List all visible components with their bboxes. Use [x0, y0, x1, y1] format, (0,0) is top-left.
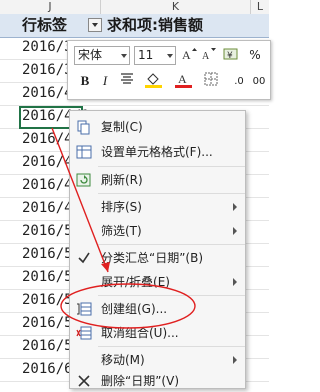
- menu-item-subtotal[interactable]: 分类汇总“日期”(B): [70, 246, 245, 269]
- menu-label: 移动(M): [101, 353, 145, 367]
- sum-of-sales-header[interactable]: 求和项:销售额: [107, 14, 203, 37]
- borders-icon[interactable]: [202, 71, 220, 90]
- menu-item-create-group[interactable]: 创建组(G)...: [70, 297, 245, 320]
- date-cell: 2016/4: [22, 85, 73, 101]
- submenu-arrow-icon: [233, 203, 237, 211]
- menu-item-format-cells[interactable]: 设置单元格格式(F)...: [70, 140, 245, 163]
- copy-icon: [76, 119, 92, 135]
- menu-separator: [98, 166, 245, 167]
- font-color-icon[interactable]: A: [174, 71, 192, 90]
- menu-item-ungroup[interactable]: 取消组合(U)...: [70, 321, 245, 344]
- font-name-value: 宋体: [78, 48, 103, 62]
- decrease-decimal-icon[interactable]: .0: [230, 71, 248, 90]
- filter-dropdown-button[interactable]: [88, 18, 102, 32]
- mini-toolbar: 宋体 11 A A ¥ % B I A .0 00: [67, 40, 271, 100]
- chevron-down-icon: [167, 54, 173, 58]
- date-cell: 2016/5: [22, 315, 73, 331]
- menu-separator: [98, 295, 245, 296]
- date-cell: 2016/5: [22, 223, 73, 239]
- menu-label: 筛选(T): [101, 224, 142, 238]
- submenu-arrow-icon: [233, 278, 237, 286]
- align-center-icon[interactable]: [118, 71, 136, 90]
- menu-separator: [98, 244, 245, 245]
- menu-separator: [98, 193, 245, 194]
- shrink-font-icon[interactable]: A: [200, 46, 218, 65]
- context-menu: 复制(C) 设置单元格格式(F)... 刷新(R) 排序(S) 筛选(T) 分类…: [69, 110, 246, 389]
- column-header-bar: J K L: [0, 0, 269, 15]
- date-cell: 2016/5: [22, 269, 73, 285]
- italic-button[interactable]: I: [96, 71, 114, 90]
- date-cell: 2016/4: [22, 200, 73, 216]
- date-cell: 2016/5: [22, 292, 73, 308]
- percent-format-icon[interactable]: %: [246, 46, 264, 65]
- fill-color-icon[interactable]: [144, 71, 162, 90]
- date-cell: 2016/4: [22, 131, 73, 147]
- menu-label: 刷新(R): [101, 173, 143, 187]
- date-cell: 2016/5: [22, 246, 73, 262]
- date-cell: 2016/5: [22, 338, 73, 354]
- chevron-down-icon: [121, 54, 127, 58]
- menu-label: 删除“日期”(V): [101, 374, 180, 388]
- column-header-k[interactable]: K: [101, 0, 251, 14]
- ungroup-icon: [76, 325, 92, 341]
- menu-item-filter[interactable]: 筛选(T): [70, 219, 245, 242]
- menu-label: 分类汇总“日期”(B): [101, 251, 204, 265]
- menu-item-refresh[interactable]: 刷新(R): [70, 168, 245, 191]
- date-cell: 2016/4: [22, 154, 73, 170]
- row-labels-header[interactable]: 行标签: [22, 14, 67, 37]
- menu-label: 展开/折叠(E): [101, 275, 170, 289]
- pivot-header-row: 行标签 求和项:销售额: [0, 14, 269, 38]
- menu-label: 排序(S): [101, 200, 142, 214]
- date-cell: 2016/6: [22, 361, 73, 377]
- format-cells-icon: [76, 144, 92, 160]
- bold-button[interactable]: B: [76, 71, 94, 90]
- currency-format-icon[interactable]: ¥: [222, 46, 240, 65]
- column-header-l[interactable]: L: [251, 0, 269, 14]
- menu-label: 复制(C): [101, 120, 143, 134]
- refresh-icon: [76, 172, 92, 188]
- menu-label: 取消组合(U)...: [101, 326, 179, 340]
- font-size-box[interactable]: 11: [134, 46, 176, 65]
- svg-text:A: A: [178, 72, 187, 86]
- svg-text:A: A: [182, 48, 191, 62]
- svg-text:A: A: [202, 51, 210, 62]
- font-name-box[interactable]: 宋体: [74, 46, 130, 65]
- checkmark-icon: [76, 250, 92, 266]
- date-cell: 2016/4: [22, 177, 73, 193]
- menu-item-delete-field[interactable]: 删除“日期”(V): [70, 369, 245, 392]
- date-cell: 2016/3: [22, 62, 73, 78]
- menu-label: 设置单元格格式(F)...: [101, 145, 213, 159]
- font-size-value: 11: [138, 48, 154, 62]
- menu-item-sort[interactable]: 排序(S): [70, 195, 245, 218]
- grow-font-icon[interactable]: A: [180, 46, 198, 65]
- submenu-arrow-icon: [233, 227, 237, 235]
- date-cell: 2016/3: [22, 39, 73, 55]
- menu-item-copy[interactable]: 复制(C): [70, 115, 245, 138]
- menu-separator: [98, 346, 245, 347]
- menu-item-move[interactable]: 移动(M): [70, 348, 245, 371]
- submenu-arrow-icon: [233, 356, 237, 364]
- svg-text:¥: ¥: [227, 51, 233, 61]
- column-header-j[interactable]: J: [0, 0, 101, 14]
- menu-label: 创建组(G)...: [101, 302, 168, 316]
- menu-item-expand-collapse[interactable]: 展开/折叠(E): [70, 270, 245, 293]
- increase-decimal-icon[interactable]: 00: [250, 71, 268, 90]
- group-icon: [76, 301, 92, 317]
